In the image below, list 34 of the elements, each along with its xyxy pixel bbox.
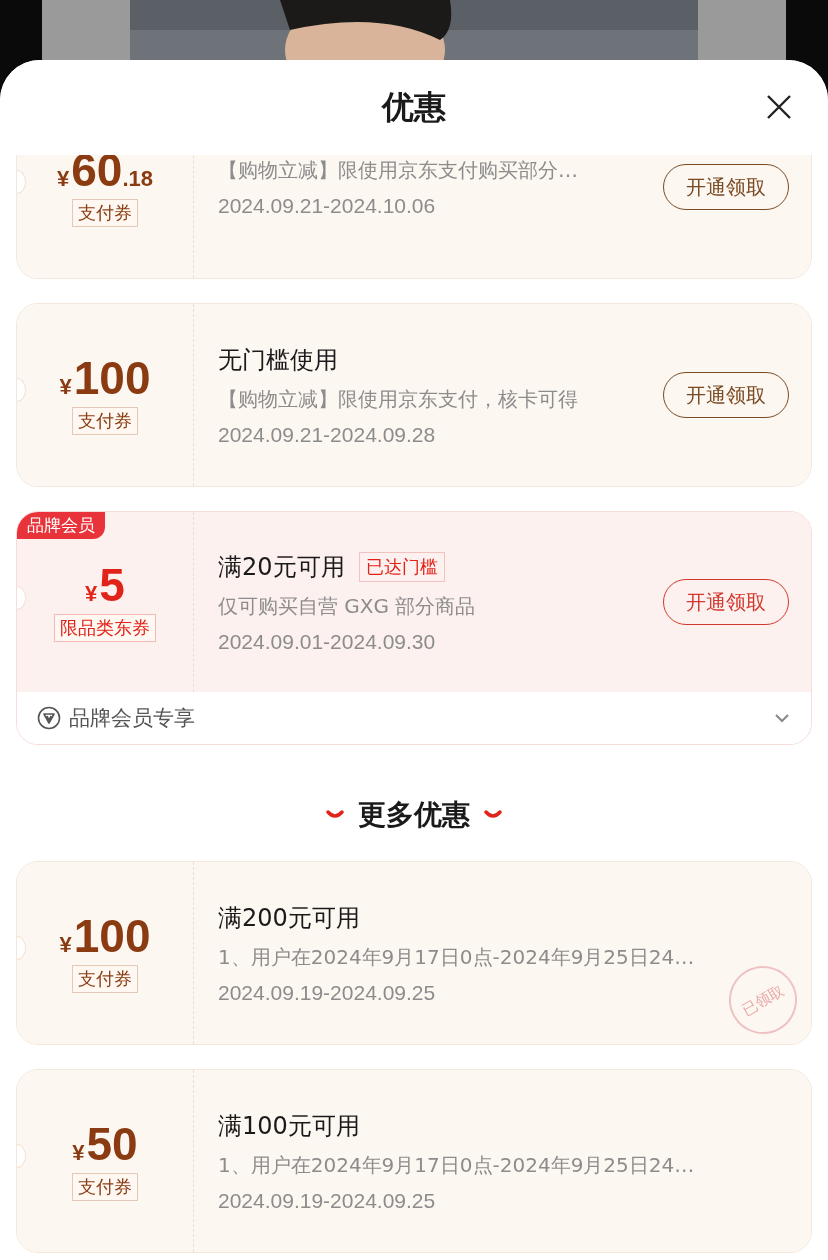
validity-dates: 2024.09.01-2024.09.30 [218,629,436,654]
smile-mark-icon [484,810,502,820]
validity-dates: 2024.09.19-2024.09.25 [218,980,436,1005]
coupon-type: 限品类东券 [54,614,156,642]
coupon-description: 【购物立减】限使用京东支付购买部分… [218,156,578,184]
validity-dates: 2024.09.21-2024.09.28 [218,422,436,447]
validity-dates: 2024.09.21-2024.10.06 [218,193,436,218]
coupon-description: 1、用户在2024年9月17日0点-2024年9月25日24… [218,943,695,971]
coupon-type: 支付券 [72,965,138,993]
coupon-amount: ¥100 [59,355,151,401]
coupon-title: 满100元可用 [218,1110,360,1142]
coupon-type: 支付券 [72,1173,138,1201]
coupon-amount: ¥5 [85,562,125,608]
section-heading: 更多优惠 [358,797,470,833]
member-exclusive-label: 品牌会员专享 [69,705,196,732]
coupon-type: 支付券 [72,199,138,227]
coupon-title: 无门槛使用 [218,344,338,376]
member-badge: 品牌会员 [17,512,105,539]
member-icon [37,706,61,730]
coupon-title: 满200元可用 [218,902,360,934]
validity-dates: 2024.09.19-2024.09.25 [218,1188,436,1213]
coupon-amount: ¥100 [59,913,151,959]
coupon-description: 仅可购买自营 GXG 部分商品 [218,592,476,620]
coupon-description: 1、用户在2024年9月17日0点-2024年9月25日24… [218,1151,695,1179]
smile-mark-icon [326,810,344,820]
coupon-title: 满20元可用 [218,551,345,583]
sheet-title: 优惠 [382,86,446,128]
coupon-description: 【购物立减】限使用京东支付，核卡可得 [218,385,578,413]
threshold-tag: 已达门槛 [358,551,445,582]
coupon-amount: ¥50 [72,1121,138,1167]
coupon-type: 支付券 [72,407,138,435]
coupon-amount: ¥60.18 [57,147,153,193]
close-icon[interactable] [766,94,792,120]
chevron-down-icon[interactable] [773,712,791,724]
